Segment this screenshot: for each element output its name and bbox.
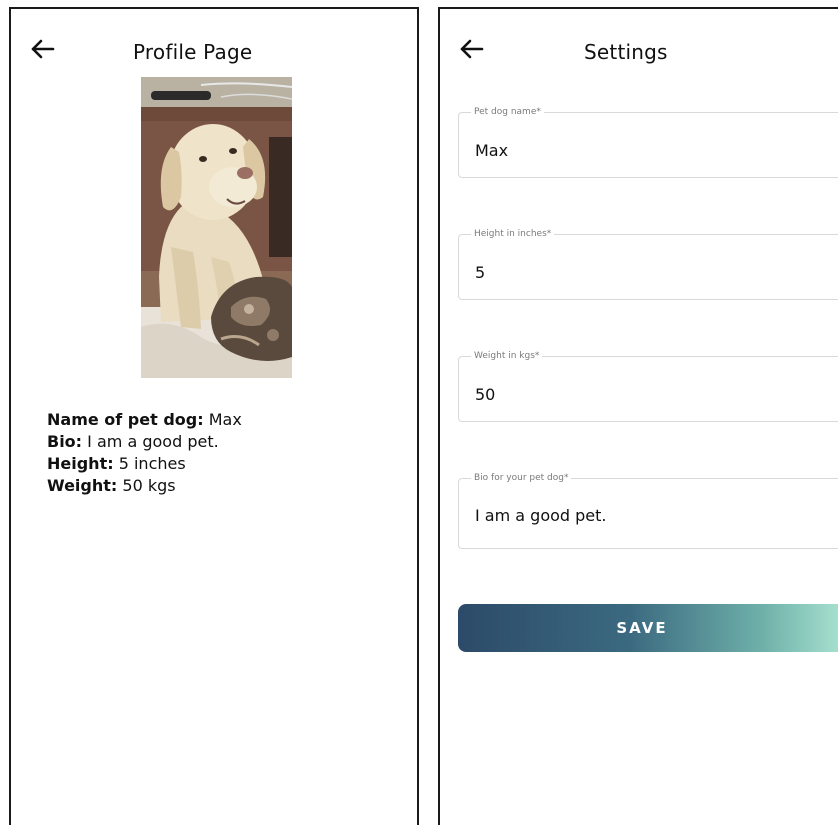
arrow-left-icon [460,39,484,59]
info-bio: Bio: I am a good pet. [47,432,219,451]
field-label: Height in inches* [471,229,555,239]
page-title: Settings [584,40,668,64]
back-button[interactable] [458,35,490,63]
info-name: Name of pet dog: Max [47,410,242,429]
weight-field[interactable]: Weight in kgs* 50 [458,351,838,422]
info-height: Height: 5 inches [47,454,186,473]
arrow-left-icon [31,39,55,59]
field-label: Bio for your pet dog* [471,473,572,483]
field-label: Pet dog name* [471,107,544,117]
back-button[interactable] [29,35,61,63]
field-label: Weight in kgs* [471,351,543,361]
settings-screen: Settings Pet dog name* Max Height in inc… [438,7,838,825]
field-value[interactable]: 5 [475,263,485,282]
save-button-label: SAVE [616,619,668,637]
dog-photo [141,77,292,378]
profile-screen: Profile Page Name of pet dog: Max Bio: I… [9,7,419,825]
info-weight: Weight: 50 kgs [47,476,176,495]
pet-info: Name of pet dog: Max Bio: I am a good pe… [47,409,242,497]
bio-field[interactable]: Bio for your pet dog* I am a good pet. [458,473,838,549]
field-value[interactable]: 50 [475,385,495,404]
page-title: Profile Page [133,40,253,64]
height-field[interactable]: Height in inches* 5 [458,229,838,300]
field-value[interactable]: I am a good pet. [475,506,607,525]
field-value[interactable]: Max [475,141,508,160]
save-button[interactable]: SAVE [458,604,838,652]
pet-name-field[interactable]: Pet dog name* Max [458,107,838,178]
